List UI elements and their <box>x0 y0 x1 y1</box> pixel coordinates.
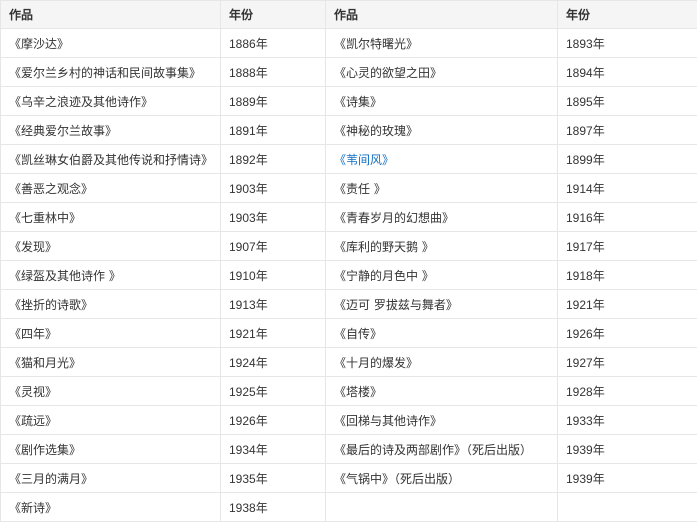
work-cell-right: 《最后的诗及两部剧作》（死后出版） <box>325 434 558 464</box>
year-cell-left: 1926年 <box>220 405 326 435</box>
work-cell-left: 《经典爱尔兰故事》 <box>0 115 221 145</box>
work-cell-left: 《爱尔兰乡村的神话和民间故事集》 <box>0 57 221 87</box>
year-cell-left: 1910年 <box>220 260 326 290</box>
work-cell-left: 《剧作选集》 <box>0 434 221 464</box>
work-cell-left: 《七重林中》 <box>0 202 221 232</box>
work-cell-left: 《善恶之观念》 <box>0 173 221 203</box>
table-row: 《七重林中》 1903年 《青春岁月的幻想曲》 1916年 <box>0 202 697 232</box>
work-cell-right: 《神秘的玫瑰》 <box>325 115 558 145</box>
table-row: 《摩沙达》 1886年 《凯尔特曙光》 1893年 <box>0 28 697 58</box>
table-row: 《三月的满月》 1935年 《气锅中》（死后出版） 1939年 <box>0 463 697 493</box>
work-cell-right: 《气锅中》（死后出版） <box>325 463 558 493</box>
table-row: 《凯丝琳女伯爵及其他传说和抒情诗》 1892年 《苇间风》 1899年 <box>0 144 697 174</box>
year-cell-left: 1886年 <box>220 28 326 58</box>
year-cell-left: 1903年 <box>220 202 326 232</box>
year-cell-left: 1924年 <box>220 347 326 377</box>
table-row: 《善恶之观念》 1903年 《责任 》 1914年 <box>0 173 697 203</box>
work-cell-left: 《摩沙达》 <box>0 28 221 58</box>
work-cell-right: 《库利的野天鹅 》 <box>325 231 558 261</box>
year-cell-right: 1917年 <box>557 231 697 261</box>
header-year-left: 年份 <box>220 0 326 29</box>
table-row: 《四年》 1921年 《自传》 1926年 <box>0 318 697 348</box>
year-cell-left: 1891年 <box>220 115 326 145</box>
year-cell-right: 1927年 <box>557 347 697 377</box>
work-cell-right: 《责任 》 <box>325 173 558 203</box>
work-cell-right: 《苇间风》 <box>325 144 558 174</box>
work-cell-left: 《猫和月光》 <box>0 347 221 377</box>
year-cell-left: 1892年 <box>220 144 326 174</box>
year-cell-left: 1903年 <box>220 173 326 203</box>
year-cell-left: 1935年 <box>220 463 326 493</box>
year-cell-left: 1921年 <box>220 318 326 348</box>
year-cell-left: 1925年 <box>220 376 326 406</box>
year-cell-right: 1916年 <box>557 202 697 232</box>
work-cell-left: 《乌辛之浪迹及其他诗作》 <box>0 86 221 116</box>
header-work-left: 作品 <box>0 0 221 29</box>
table-row: 《爱尔兰乡村的神话和民间故事集》 1888年 《心灵的欲望之田》 1894年 <box>0 57 697 87</box>
year-cell-right: 1893年 <box>557 28 697 58</box>
year-cell-right: 1933年 <box>557 405 697 435</box>
work-cell-left: 《新诗》 <box>0 492 221 522</box>
table-row: 《猫和月光》 1924年 《十月的爆发》 1927年 <box>0 347 697 377</box>
year-cell-right: 1926年 <box>557 318 697 348</box>
year-cell-right: 1914年 <box>557 173 697 203</box>
work-cell-left: 《挫折的诗歌》 <box>0 289 221 319</box>
table-row: 《新诗》 1938年 <box>0 492 697 522</box>
works-table: 作品 年份 作品 年份 《摩沙达》 1886年 《凯尔特曙光》 1893年 《爱尔兰乡村… <box>0 0 697 522</box>
year-cell-left: 1888年 <box>220 57 326 87</box>
table-row: 《绿盔及其他诗作 》 1910年 《宁静的月色中 》 1918年 <box>0 260 697 290</box>
year-cell-right: 1928年 <box>557 376 697 406</box>
table-row: 《挫折的诗歌》 1913年 《迈可 罗拔兹与舞者》 1921年 <box>0 289 697 319</box>
work-cell-left: 《三月的满月》 <box>0 463 221 493</box>
work-cell-left: 《疏远》 <box>0 405 221 435</box>
work-link[interactable]: 《苇间风》 <box>334 153 394 167</box>
year-cell-right <box>557 492 697 522</box>
work-cell-right: 《心灵的欲望之田》 <box>325 57 558 87</box>
year-cell-right: 1895年 <box>557 86 697 116</box>
work-cell-right: 《青春岁月的幻想曲》 <box>325 202 558 232</box>
year-cell-left: 1934年 <box>220 434 326 464</box>
header-work-right: 作品 <box>325 0 558 29</box>
works-table-container: 作品 年份 作品 年份 《摩沙达》 1886年 《凯尔特曙光》 1893年 《爱尔兰乡村… <box>0 0 697 524</box>
work-cell-right: 《塔楼》 <box>325 376 558 406</box>
work-cell-right: 《回梯与其他诗作》 <box>325 405 558 435</box>
year-cell-right: 1894年 <box>557 57 697 87</box>
year-cell-right: 1899年 <box>557 144 697 174</box>
header-year-right: 年份 <box>557 0 697 29</box>
work-cell-left: 《四年》 <box>0 318 221 348</box>
work-cell-left: 《绿盔及其他诗作 》 <box>0 260 221 290</box>
work-cell-right <box>325 492 558 522</box>
table-row: 《发现》 1907年 《库利的野天鹅 》 1917年 <box>0 231 697 261</box>
year-cell-left: 1889年 <box>220 86 326 116</box>
work-cell-right: 《诗集》 <box>325 86 558 116</box>
work-cell-right: 《宁静的月色中 》 <box>325 260 558 290</box>
work-cell-right: 《十月的爆发》 <box>325 347 558 377</box>
work-cell-right: 《自传》 <box>325 318 558 348</box>
table-row: 《灵视》 1925年 《塔楼》 1928年 <box>0 376 697 406</box>
year-cell-right: 1918年 <box>557 260 697 290</box>
year-cell-left: 1907年 <box>220 231 326 261</box>
table-row: 《疏远》 1926年 《回梯与其他诗作》 1933年 <box>0 405 697 435</box>
year-cell-right: 1939年 <box>557 463 697 493</box>
work-cell-right: 《凯尔特曙光》 <box>325 28 558 58</box>
work-cell-right: 《迈可 罗拔兹与舞者》 <box>325 289 558 319</box>
table-header-row: 作品 年份 作品 年份 <box>0 0 697 29</box>
table-row: 《经典爱尔兰故事》 1891年 《神秘的玫瑰》 1897年 <box>0 115 697 145</box>
table-row: 《剧作选集》 1934年 《最后的诗及两部剧作》（死后出版） 1939年 <box>0 434 697 464</box>
year-cell-left: 1938年 <box>220 492 326 522</box>
work-cell-left: 《凯丝琳女伯爵及其他传说和抒情诗》 <box>0 144 221 174</box>
work-cell-left: 《灵视》 <box>0 376 221 406</box>
table-row: 《乌辛之浪迹及其他诗作》 1889年 《诗集》 1895年 <box>0 86 697 116</box>
year-cell-right: 1921年 <box>557 289 697 319</box>
year-cell-right: 1897年 <box>557 115 697 145</box>
work-cell-left: 《发现》 <box>0 231 221 261</box>
year-cell-left: 1913年 <box>220 289 326 319</box>
year-cell-right: 1939年 <box>557 434 697 464</box>
